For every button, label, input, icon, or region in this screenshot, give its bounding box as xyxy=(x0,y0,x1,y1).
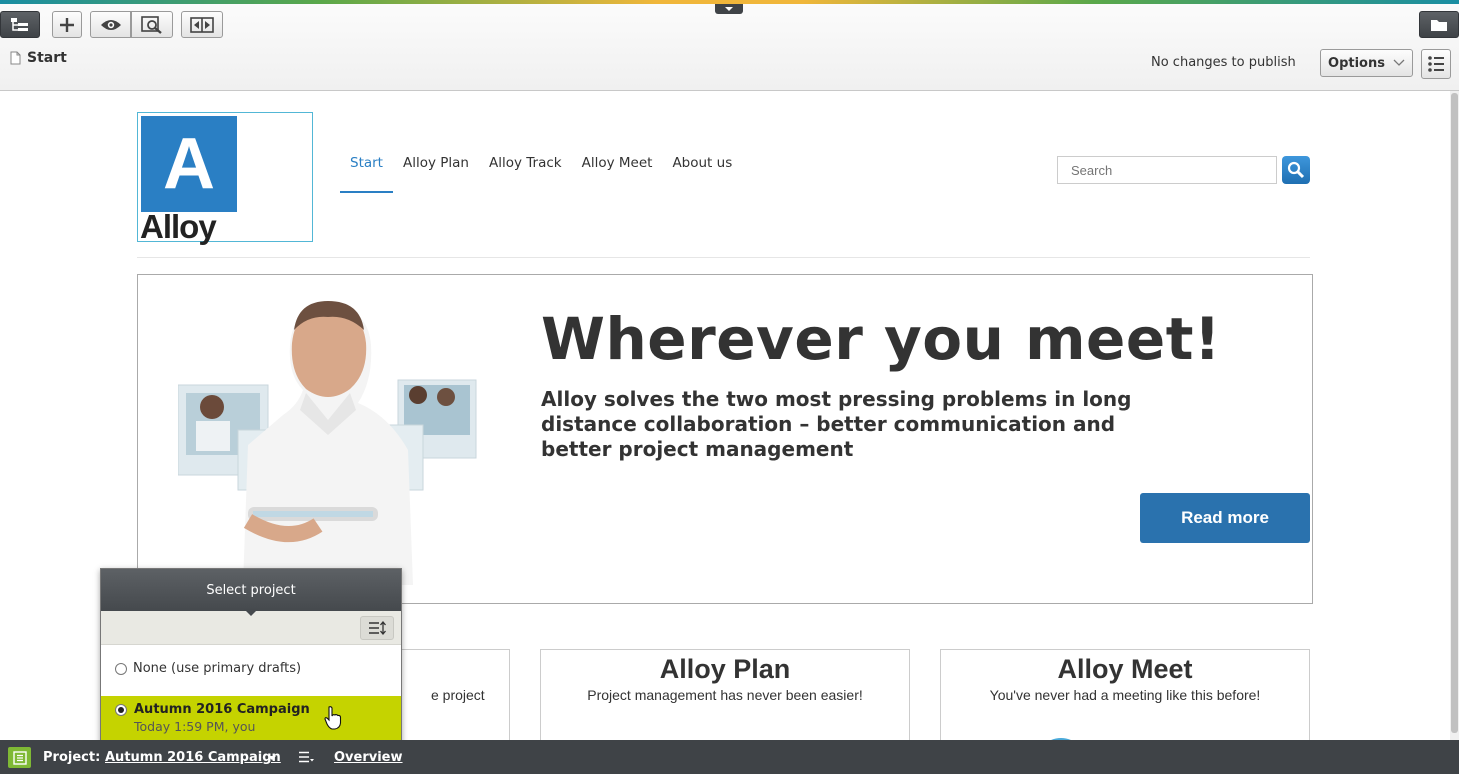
project-selector[interactable]: Autumn 2016 Campaign xyxy=(105,750,281,765)
options-label: Options xyxy=(1328,55,1385,71)
sort-button[interactable] xyxy=(360,616,394,640)
header-divider xyxy=(137,257,1310,258)
hero-subtitle: Alloy solves the two most pressing probl… xyxy=(541,387,1132,461)
site-logo[interactable]: A Alloy xyxy=(137,112,313,245)
project-option-autumn-2016[interactable]: Autumn 2016 Campaign Today 1:59 PM, you xyxy=(101,696,401,740)
radio-button-selected[interactable] xyxy=(115,704,127,716)
toolbar-pull-tab[interactable] xyxy=(715,4,743,14)
eye-icon xyxy=(100,19,121,30)
teaser-text: You've never had a meeting like this bef… xyxy=(989,687,1261,703)
add-icon xyxy=(60,17,74,32)
search-button[interactable] xyxy=(1282,156,1310,184)
project-icon[interactable] xyxy=(8,747,31,768)
compare-button[interactable] xyxy=(181,11,223,38)
editor-toolbar: Start No changes to publish Options xyxy=(0,4,1459,91)
main-nav: Start Alloy Plan Alloy Track Alloy Meet … xyxy=(340,155,742,193)
teaser-card-plan[interactable]: Alloy Plan Project management has never … xyxy=(540,649,910,740)
chevron-down-icon xyxy=(1393,59,1405,66)
sort-icon xyxy=(369,621,386,635)
folder-icon xyxy=(1431,19,1447,31)
assets-button[interactable] xyxy=(1419,11,1459,38)
nav-item-alloy-track[interactable]: Alloy Track xyxy=(479,155,572,193)
hand-cursor-icon xyxy=(324,706,342,730)
teaser-graphic xyxy=(1051,738,1071,740)
logo-wordmark: Alloy xyxy=(140,208,217,245)
popup-toolbar xyxy=(101,611,401,645)
teaser-text: e project xyxy=(431,687,485,703)
nav-item-about-us[interactable]: About us xyxy=(662,155,742,193)
page-icon xyxy=(10,51,21,65)
teaser-title: Alloy Plan xyxy=(659,654,791,684)
scrollbar-thumb[interactable] xyxy=(1451,93,1458,733)
options-button[interactable]: Options xyxy=(1320,49,1413,77)
radio-button[interactable] xyxy=(115,662,127,675)
search-icon xyxy=(1287,161,1305,179)
nav-item-alloy-plan[interactable]: Alloy Plan xyxy=(393,155,479,193)
search-input[interactable] xyxy=(1057,156,1277,184)
select-project-popup: Select project None (use primary drafts)… xyxy=(100,568,402,747)
teaser-card-meet[interactable]: Alloy Meet You've never had a meeting li… xyxy=(940,649,1310,740)
page-tree-button[interactable] xyxy=(0,11,40,38)
cms-editor: Start No changes to publish Options A Al… xyxy=(0,0,1459,774)
view-button[interactable] xyxy=(90,11,131,38)
project-option-label: None (use primary drafts) xyxy=(133,661,302,676)
project-label: Project: xyxy=(43,750,101,765)
hero-block[interactable]: Wherever you meet! Alloy solves the two … xyxy=(137,274,1313,604)
hero-title: Wherever you meet! xyxy=(541,305,1221,373)
preview-button[interactable] xyxy=(131,11,173,38)
project-option-none[interactable]: None (use primary drafts) xyxy=(115,661,301,676)
project-menu-icon[interactable] xyxy=(298,751,314,763)
nav-item-alloy-meet[interactable]: Alloy Meet xyxy=(572,155,663,193)
nav-item-start[interactable]: Start xyxy=(340,155,393,193)
project-bar: Project: Autumn 2016 Campaign Overview xyxy=(0,740,1459,774)
page-tree-icon xyxy=(11,17,28,31)
logo-tile: A xyxy=(141,116,237,212)
hero-image xyxy=(178,301,477,585)
breadcrumb: Start xyxy=(10,50,67,66)
caret-down-icon[interactable] xyxy=(268,756,276,760)
compare-icon xyxy=(190,16,214,33)
list-icon xyxy=(1428,56,1444,72)
project-option-meta: Today 1:59 PM, you xyxy=(134,719,256,734)
teaser-text: Project management has never been easier… xyxy=(587,687,863,703)
teaser-title: Alloy Meet xyxy=(1057,654,1193,684)
details-button[interactable] xyxy=(1421,49,1451,79)
preview-icon xyxy=(141,15,162,34)
project-option-label: Autumn 2016 Campaign xyxy=(134,702,310,717)
add-button[interactable] xyxy=(52,11,82,38)
read-more-button[interactable]: Read more xyxy=(1140,493,1310,543)
page-title: Start xyxy=(27,50,67,66)
popup-caret xyxy=(244,609,258,616)
publish-status: No changes to publish xyxy=(1151,55,1296,70)
popup-title: Select project xyxy=(101,569,401,611)
project-list-icon xyxy=(12,750,27,765)
overview-link[interactable]: Overview xyxy=(334,750,403,765)
